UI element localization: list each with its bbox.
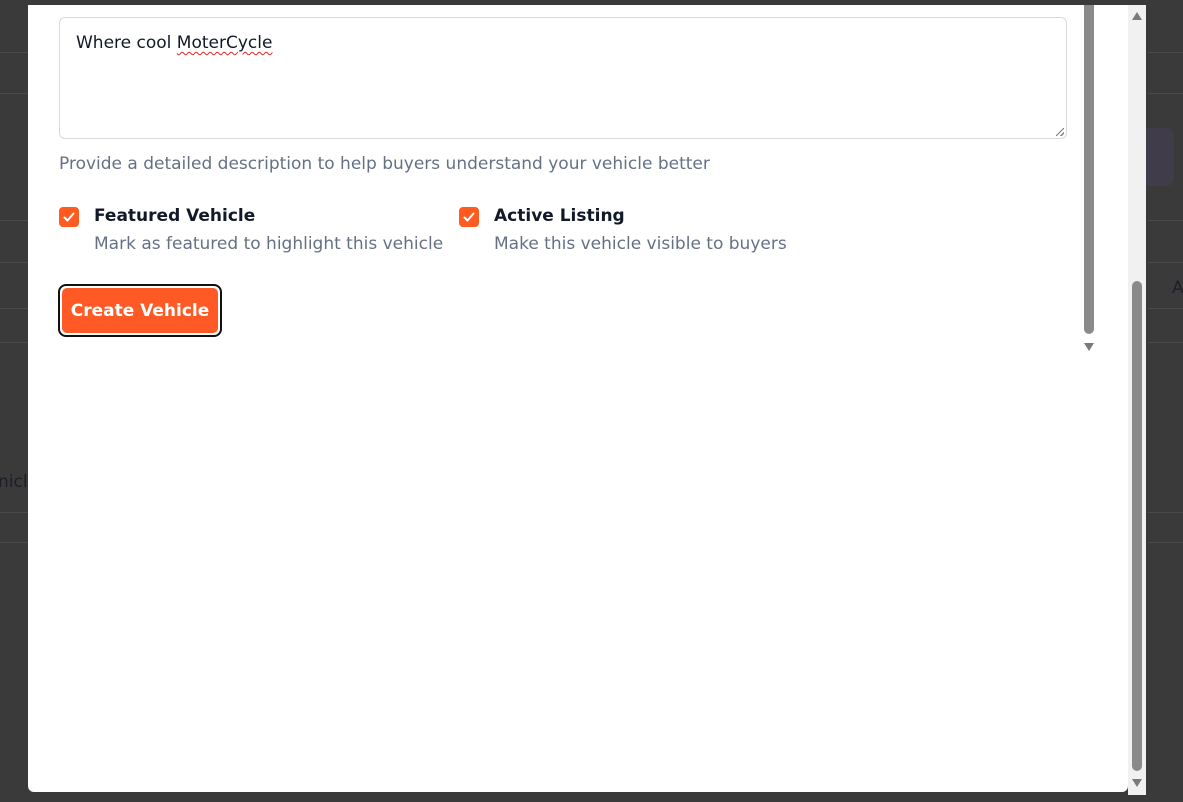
bg-divider [1148,262,1183,263]
bg-divider [1148,52,1183,53]
active-checkbox[interactable] [459,207,479,227]
featured-description: Mark as featured to highlight this vehic… [94,234,444,254]
bg-divider [0,512,28,513]
page-scrollbar-thumb[interactable] [1132,281,1142,771]
bg-partial-text-left: nicl [0,472,28,492]
bg-divider [0,262,28,263]
active-label: Active Listing [494,206,625,226]
bg-divider [0,542,28,543]
bg-divider [1148,542,1183,543]
description-textarea[interactable]: Where cool MoterCycle [59,17,1067,139]
modal-scroll-down-arrow-icon[interactable] [1084,343,1094,351]
bg-divider [1148,220,1183,221]
misspelled-word: MoterCycle [176,33,273,53]
bg-divider [0,52,28,53]
description-text: Where cool [76,33,177,53]
description-helper-text: Provide a detailed description to help b… [59,154,710,174]
checkmark-icon [463,212,475,222]
bg-partial-text-right: A [1172,278,1183,298]
bg-divider [1148,308,1183,309]
featured-label: Featured Vehicle [94,206,256,226]
bg-divider [1148,512,1183,513]
resize-handle-icon[interactable] [1056,128,1064,136]
bg-divider [1148,342,1183,343]
bg-divider [0,342,28,343]
modal-scrollbar-thumb[interactable] [1084,5,1094,334]
scroll-up-arrow-icon[interactable] [1132,12,1142,20]
active-description: Make this vehicle visible to buyers [494,234,787,254]
checkmark-icon [63,212,75,222]
scroll-down-arrow-icon[interactable] [1132,779,1142,787]
bg-divider [0,93,28,94]
create-vehicle-button[interactable]: Create Vehicle [58,284,222,337]
bg-divider [1148,93,1183,94]
create-vehicle-modal: Where cool MoterCycle Provide a detailed… [28,5,1128,792]
bg-divider [0,308,28,309]
bg-divider [0,220,28,221]
create-vehicle-button-label: Create Vehicle [62,288,218,333]
featured-checkbox[interactable] [59,207,79,227]
